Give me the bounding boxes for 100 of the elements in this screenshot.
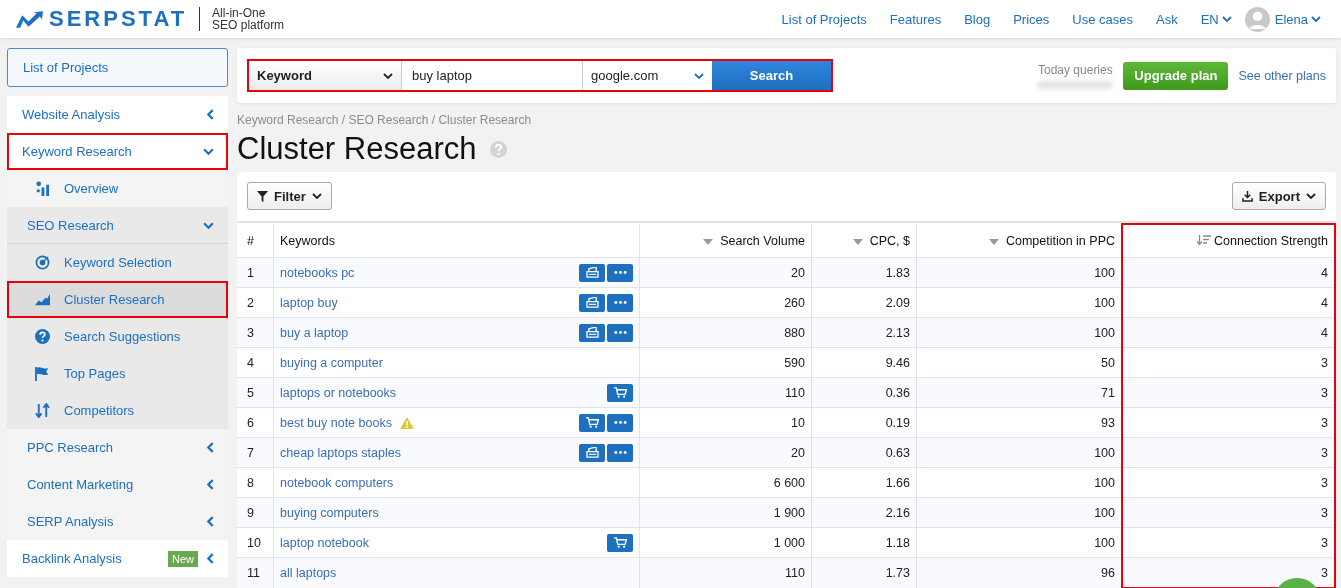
sort-triangle-icon [852,238,863,245]
sort-arrows-icon [35,403,50,418]
chevron-down-icon [311,193,322,199]
keyword-link[interactable]: best buy note books [280,415,392,430]
see-other-plans-link[interactable]: See other plans [1238,68,1326,83]
keyword-link[interactable]: all laptops [280,565,337,580]
sidebar-subitem[interactable]: Keyword Selection [7,244,228,281]
breadcrumb: Keyword Research / SEO Research / Cluster Research [237,113,533,127]
sidebar-subitem[interactable]: Cluster Research [7,281,228,318]
sidebar-subitem[interactable]: Overview [7,170,228,207]
more-button[interactable] [607,263,633,282]
keyword-link[interactable]: notebook computers [280,475,394,490]
nav-link[interactable]: List of Projects [781,11,867,27]
sidebar-subitem-label: Competitors [64,403,135,418]
user-menu[interactable]: Elena [1274,11,1321,27]
sidebar-subitem[interactable]: Search Suggestions [7,318,228,355]
table-cell: 0.36 [885,385,910,400]
today-queries-label: Today queries [1038,62,1113,77]
table-cell: 6 600 [773,475,805,490]
filter-icon [257,190,268,202]
column-header[interactable]: Keywords [273,224,640,258]
logo-icon [16,10,43,28]
keyword-link[interactable]: buying computers [280,505,379,520]
table-cell: 20 [791,265,805,280]
table-cell: 3 [1321,565,1328,580]
more-button[interactable] [607,293,633,312]
sidebar-group-label: SERP Analysis [27,514,114,529]
sidebar-subitem[interactable]: Competitors [7,392,228,429]
keyword-link[interactable]: cheap laptops staples [280,445,401,460]
keyword-link[interactable]: laptops or notebooks [280,385,397,400]
column-header[interactable]: CPC, $ [811,224,917,258]
upgrade-plan-button[interactable]: Upgrade plan [1123,61,1229,90]
table-cell: 2.13 [885,325,910,340]
sidebar-subitem[interactable]: Top Pages [7,355,228,392]
keyword-link[interactable]: notebooks pc [280,265,355,280]
shop-icon [585,327,599,338]
keyword-link[interactable]: laptop notebook [280,535,369,550]
table-cell: 100 [1094,325,1115,340]
cart-icon [613,537,627,548]
shop-button[interactable] [579,323,605,342]
chevron-left-icon [207,479,214,490]
shop-button[interactable] [579,443,605,462]
table-cell: 7 [247,445,254,460]
cart-button[interactable] [607,533,633,552]
table-cell: 2 [247,295,254,310]
flag-icon [35,366,50,381]
export-button[interactable]: Export [1231,182,1326,210]
shop-button[interactable] [579,263,605,282]
nav-link[interactable]: Features [889,11,942,27]
table-cell: 1 000 [773,535,805,550]
table-cell: 5 [247,385,254,400]
chevron-down-icon [1221,16,1232,22]
table-cell: 3 [247,325,254,340]
logo-text[interactable]: SERPSTAT [49,6,188,32]
table-cell: 9 [247,505,254,520]
table-cell: 4 [1321,295,1328,310]
keyword-link[interactable]: buy a laptop [280,325,349,340]
cart-button[interactable] [579,413,605,432]
sidebar-group[interactable]: SEO Research [7,207,228,244]
search-button[interactable]: Search [712,61,831,90]
keyword-link[interactable]: buying a computer [280,355,383,370]
chevron-left-icon [207,442,214,453]
sidebar-item[interactable]: Keyword Research [7,133,228,170]
column-header[interactable]: Search Volume [639,224,812,258]
sidebar-group[interactable]: Content Marketing [7,466,228,503]
column-header[interactable]: Competition in PPC [916,224,1122,258]
search-form[interactable]: Keyword buy laptop google.com Search [247,59,833,92]
sidebar-group[interactable]: PPC Research [7,429,228,466]
table-cell: 0.19 [885,415,910,430]
chart-icon [35,181,50,196]
filter-button[interactable]: Filter [247,182,332,210]
more-button[interactable] [607,413,633,432]
column-header[interactable]: # [237,224,274,258]
search-type-dropdown[interactable]: Keyword [249,61,402,90]
table-cell: 11 [247,565,260,580]
sidebar-group[interactable]: SERP Analysis [7,503,228,540]
shop-button[interactable] [579,293,605,312]
sidebar-group-label: Content Marketing [27,477,134,492]
nav-link[interactable]: Blog [964,11,991,27]
sort-descending-icon [1197,235,1212,245]
chevron-left-icon [207,516,214,527]
table-cell: 3 [1321,445,1328,460]
sidebar-group-label: SEO Research [27,217,114,233]
list-of-projects-button[interactable]: List of Projects [7,48,228,87]
sidebar-item-label: Website Analysis [22,107,122,122]
table-cell: 1 [247,265,254,280]
table-cell: 880 [784,325,805,340]
language-dropdown[interactable]: EN [1200,11,1232,27]
table-cell: 110 [785,565,805,580]
chevron-down-icon [694,72,704,79]
nav-link[interactable]: Ask [1156,11,1178,27]
table-cell: 3 [1321,535,1328,550]
table-cell: 10 [247,535,261,550]
nav-link[interactable]: Prices [1013,11,1050,27]
nav-link[interactable]: Use cases [1072,11,1133,27]
cart-button[interactable] [607,383,633,402]
chevron-down-icon [203,221,214,229]
keyword-link[interactable]: laptop buy [280,295,338,310]
more-button[interactable] [607,443,633,462]
more-button[interactable] [607,323,633,342]
